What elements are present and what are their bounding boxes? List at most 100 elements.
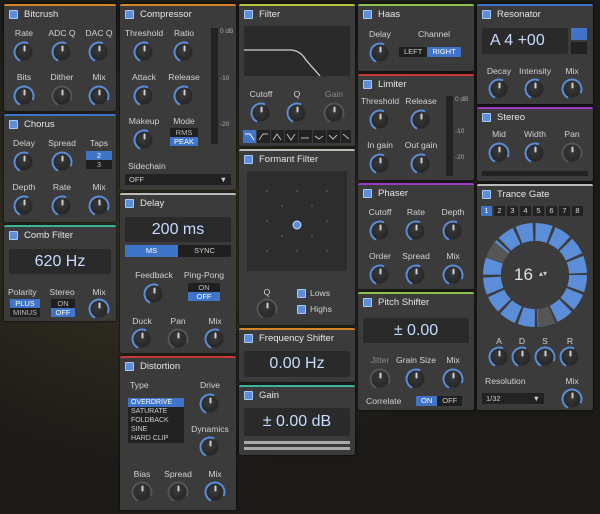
off-option[interactable]: OFF: [437, 396, 463, 406]
freqshift-enable-checkbox[interactable]: [244, 333, 253, 343]
on-option[interactable]: ON: [188, 283, 220, 292]
mid-knob[interactable]: [485, 139, 513, 167]
pitch-display[interactable]: ± 0.00: [363, 318, 469, 343]
formant-xy-pad[interactable]: [247, 171, 347, 271]
step-button[interactable]: 3: [507, 206, 518, 216]
step-button[interactable]: 1: [481, 206, 492, 216]
mix-knob[interactable]: [85, 82, 113, 110]
spread-knob[interactable]: [48, 148, 76, 176]
threshold-knob[interactable]: [366, 106, 394, 134]
peak-option[interactable]: PEAK: [170, 137, 198, 146]
sidechain-dropdown[interactable]: OFF ▼: [125, 174, 231, 185]
type-option[interactable]: SATURATE: [128, 407, 184, 416]
comb-frequency-display[interactable]: 620 Hz: [9, 249, 111, 274]
delay-enable-checkbox[interactable]: [125, 198, 134, 208]
filter-type-selector[interactable]: [243, 130, 351, 143]
jitter-knob[interactable]: [366, 365, 394, 393]
plus-option[interactable]: PLUS: [10, 299, 40, 308]
release-knob[interactable]: [556, 343, 584, 371]
stereo-toggle[interactable]: ON OFF: [51, 299, 75, 317]
dynamics-knob[interactable]: [196, 433, 224, 461]
delay-knob[interactable]: [10, 148, 38, 176]
ratio-knob[interactable]: [170, 38, 198, 66]
chorus-enable-checkbox[interactable]: [9, 119, 18, 129]
decay-knob[interactable]: [485, 75, 513, 103]
delay-knob[interactable]: [366, 39, 394, 67]
filter-enable-checkbox[interactable]: [244, 9, 253, 19]
minus-option[interactable]: MINUS: [10, 308, 40, 317]
in-gain-knob[interactable]: [366, 150, 394, 178]
pingpong-toggle[interactable]: ON OFF: [188, 283, 220, 301]
order-knob[interactable]: [366, 261, 394, 289]
phaser-enable-checkbox[interactable]: [363, 188, 372, 198]
q-knob[interactable]: [253, 295, 281, 323]
compressor-enable-checkbox[interactable]: [125, 9, 134, 19]
spread-knob[interactable]: [402, 261, 430, 289]
rate-knob[interactable]: [10, 38, 38, 66]
decay-knob[interactable]: [508, 343, 536, 371]
step-selector[interactable]: 1 2 3 4 5 6 7 8: [481, 206, 583, 216]
depth-knob[interactable]: [10, 192, 38, 220]
grain-size-knob[interactable]: [402, 365, 430, 393]
rate-knob[interactable]: [402, 217, 430, 245]
type-option[interactable]: SINE: [128, 425, 184, 434]
delay-unit-toggle[interactable]: MS SYNC: [125, 245, 231, 257]
stereo-enable-checkbox[interactable]: [482, 112, 491, 122]
width-knob[interactable]: [521, 139, 549, 167]
taps-option[interactable]: 2: [86, 151, 112, 160]
out-gain-knob[interactable]: [407, 150, 435, 178]
pan-knob[interactable]: [164, 325, 192, 353]
step-count-stepper-icon[interactable]: ▴▾: [539, 269, 547, 278]
step-button[interactable]: 7: [559, 206, 570, 216]
haas-enable-checkbox[interactable]: [363, 9, 372, 19]
q-knob[interactable]: [283, 99, 311, 127]
trance-enable-checkbox[interactable]: [482, 189, 491, 199]
resonator-enable-checkbox[interactable]: [482, 9, 491, 19]
sustain-knob[interactable]: [531, 343, 559, 371]
attack-knob[interactable]: [130, 82, 158, 110]
mix-knob[interactable]: [558, 385, 586, 413]
frequency-shift-display[interactable]: 0.00 Hz: [244, 351, 350, 377]
type-option[interactable]: HARD CLIP: [128, 434, 184, 443]
resolution-dropdown[interactable]: 1/32 ▼: [482, 393, 544, 404]
delay-time-display[interactable]: 200 ms: [125, 217, 231, 242]
lows-checkbox[interactable]: [297, 289, 306, 298]
step-button[interactable]: 8: [572, 206, 583, 216]
threshold-knob[interactable]: [130, 38, 158, 66]
spread-knob[interactable]: [164, 478, 192, 506]
formant-enable-checkbox[interactable]: [244, 154, 253, 164]
rms-option[interactable]: RMS: [170, 128, 198, 137]
taps-option[interactable]: 3: [86, 160, 112, 169]
gain-knob[interactable]: [320, 99, 348, 127]
release-knob[interactable]: [170, 82, 198, 110]
type-option[interactable]: OVERDRIVE: [128, 398, 184, 407]
cutoff-knob[interactable]: [366, 217, 394, 245]
gate-pattern-ring[interactable]: [480, 220, 590, 330]
adcq-knob[interactable]: [48, 38, 76, 66]
release-knob[interactable]: [407, 106, 435, 134]
polarity-toggle[interactable]: PLUS MINUS: [10, 299, 40, 317]
dacq-knob[interactable]: [85, 38, 113, 66]
mix-knob[interactable]: [85, 192, 113, 220]
mix-knob[interactable]: [85, 295, 113, 323]
mix-knob[interactable]: [201, 478, 229, 506]
mix-knob[interactable]: [201, 325, 229, 353]
taps-selector[interactable]: 23: [86, 151, 112, 169]
mix-knob[interactable]: [558, 75, 586, 103]
gain-enable-checkbox[interactable]: [244, 390, 253, 400]
bitcrush-enable-checkbox[interactable]: [9, 9, 18, 19]
highs-checkbox[interactable]: [297, 305, 306, 314]
mix-knob[interactable]: [439, 261, 467, 289]
distortion-enable-checkbox[interactable]: [125, 361, 134, 371]
drive-knob[interactable]: [196, 390, 224, 418]
cutoff-knob[interactable]: [247, 99, 275, 127]
duck-knob[interactable]: [128, 325, 156, 353]
distortion-type-list[interactable]: OVERDRIVE SATURATE FOLDBACK SINE HARD CL…: [128, 398, 184, 443]
channel-toggle[interactable]: LEFT RIGHT: [399, 47, 461, 57]
on-option[interactable]: ON: [416, 396, 438, 406]
pan-knob[interactable]: [558, 139, 586, 167]
step-button[interactable]: 4: [520, 206, 531, 216]
rate-knob[interactable]: [48, 192, 76, 220]
step-button[interactable]: 5: [533, 206, 544, 216]
comb-enable-checkbox[interactable]: [9, 230, 18, 240]
